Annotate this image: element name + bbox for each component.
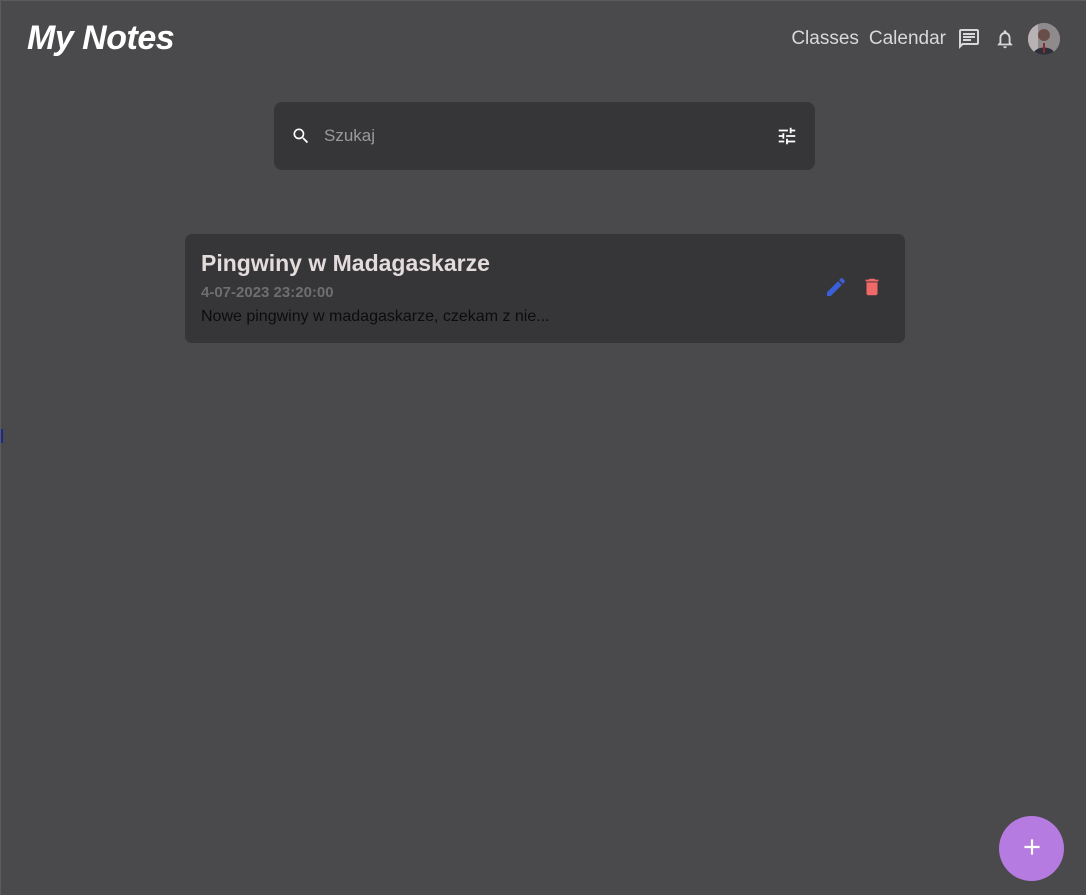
search-input[interactable]	[324, 126, 765, 146]
filter-icon[interactable]	[775, 124, 799, 148]
chat-icon[interactable]	[956, 26, 982, 52]
top-nav: Classes Calendar	[791, 22, 1060, 56]
delete-note-button[interactable]	[859, 275, 885, 301]
edit-note-button[interactable]	[823, 275, 849, 301]
plus-icon	[1019, 834, 1045, 863]
nav-link-classes[interactable]: Classes	[791, 28, 859, 50]
note-card[interactable]: Pingwiny w Madagaskarze 4-07-2023 23:20:…	[185, 234, 905, 343]
app-window: My Notes Classes Calendar Szukaj Pingwin…	[0, 0, 1086, 895]
note-date: 4-07-2023 23:20:00	[201, 284, 334, 301]
note-actions	[823, 275, 885, 301]
search-bar	[274, 102, 815, 170]
window-edge-marker	[1, 429, 3, 443]
user-avatar[interactable]	[1028, 23, 1060, 55]
add-note-button[interactable]	[999, 816, 1064, 881]
app-title: My Notes	[27, 19, 175, 57]
edit-icon	[824, 275, 848, 302]
search-icon	[290, 125, 312, 147]
bell-icon[interactable]	[992, 26, 1018, 52]
note-preview: Nowe pingwiny w madagaskarze, czekam z n…	[201, 308, 550, 325]
nav-link-calendar[interactable]: Calendar	[869, 28, 946, 50]
delete-icon	[861, 276, 883, 301]
note-title: Pingwiny w Madagaskarze	[201, 250, 490, 276]
